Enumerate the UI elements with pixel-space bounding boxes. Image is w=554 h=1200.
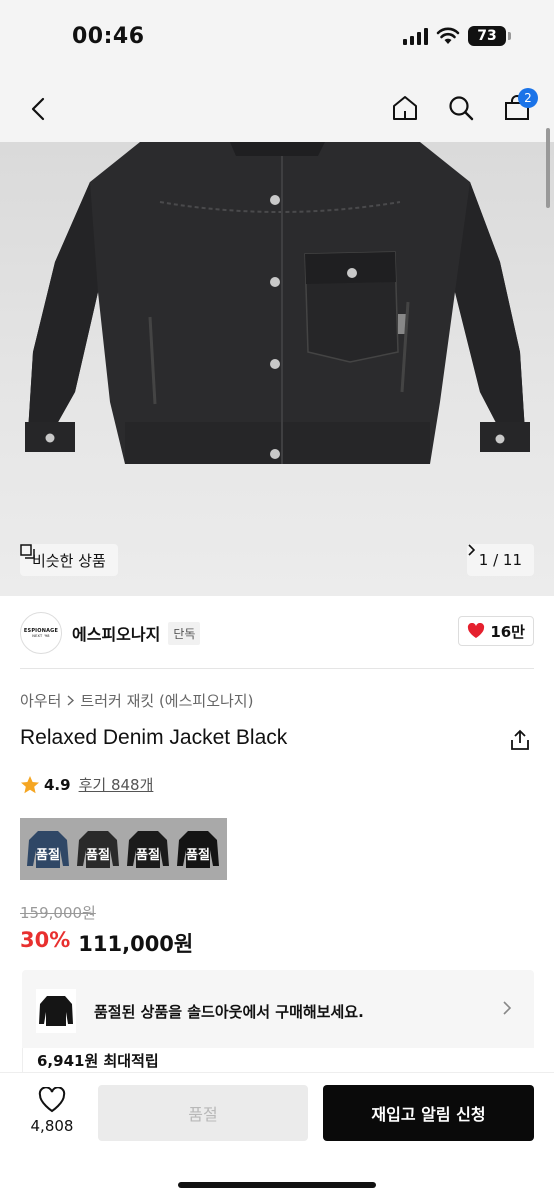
price-row: 30% 111,000원 <box>20 928 193 958</box>
chevron-right-icon <box>503 1001 512 1015</box>
product-image-gallery[interactable]: 비슷한 상품 1 / 11 <box>0 142 554 596</box>
banner-message: 품절된 상품을 솔드아웃에서 구매해보세요. <box>94 1002 364 1021</box>
product-title: Relaxed Denim Jacket Black <box>20 726 288 749</box>
similar-products-button[interactable]: 비슷한 상품 <box>20 544 118 576</box>
home-icon <box>393 96 417 120</box>
bottom-action-bar: 4,808 품절 재입고 알림 신청 <box>0 1072 554 1200</box>
color-swatch[interactable]: 품절 <box>174 822 222 876</box>
cart-button[interactable]: 2 <box>500 88 538 126</box>
share-icon <box>511 729 529 750</box>
restock-alert-button[interactable]: 재입고 알림 신청 <box>323 1085 534 1141</box>
reviews-link[interactable]: 후기 848개 <box>79 774 154 795</box>
jacket-thumbnail-icon <box>39 996 73 1026</box>
soldout-label: 품절 <box>86 848 110 863</box>
chevron-right-icon <box>67 695 75 706</box>
banner-thumbnail <box>36 989 76 1033</box>
brand-logo[interactable]: ESPIONAGE NEXT '98 <box>20 612 62 654</box>
wifi-icon <box>436 27 460 44</box>
soldout-label: 품절 <box>186 848 210 863</box>
color-options: 품절 품절 품절 품절 <box>20 818 227 880</box>
breadcrumb: 아우터 트러커 재킷 (에스피오나지) <box>20 690 253 711</box>
rating-row: 4.9 후기 848개 <box>20 774 153 795</box>
wishlist-button[interactable]: 4,808 <box>24 1087 80 1135</box>
status-bar: 00:46 73 <box>0 0 554 76</box>
star-icon <box>21 775 39 793</box>
rating-score: 4.9 <box>44 775 71 794</box>
chevron-right-icon <box>468 544 475 556</box>
home-indicator[interactable] <box>178 1182 376 1188</box>
similar-products-label: 비슷한 상품 <box>32 551 106 570</box>
points-info: 6,941원 최대적립 <box>22 1048 534 1074</box>
brand-like-button[interactable]: 16만 <box>458 616 534 646</box>
sale-price: 111,000원 <box>78 932 194 956</box>
breadcrumb-category[interactable]: 아우터 <box>20 690 61 711</box>
copy-icon <box>20 544 35 559</box>
status-time: 00:46 <box>72 24 145 49</box>
color-swatch[interactable]: 품절 <box>74 822 122 876</box>
status-icons: 73 <box>403 26 511 46</box>
soldout-label: 품절 <box>36 848 60 863</box>
original-price: 159,000원 <box>20 904 96 922</box>
cellular-signal-icon <box>403 27 428 45</box>
battery-icon: 73 <box>468 26 511 46</box>
chevron-left-icon <box>31 97 45 121</box>
soldout-button[interactable]: 품절 <box>98 1085 308 1141</box>
brand-name[interactable]: 에스피오나지 <box>72 621 160 645</box>
divider <box>20 668 534 669</box>
top-nav-bar: 2 <box>0 76 554 142</box>
home-button[interactable] <box>388 90 422 126</box>
scrollbar[interactable] <box>546 128 550 208</box>
search-icon <box>449 96 474 121</box>
back-button[interactable] <box>22 92 54 126</box>
denim-jacket-image <box>25 142 530 464</box>
share-button[interactable] <box>508 728 532 752</box>
cart-count-badge: 2 <box>518 88 538 108</box>
color-swatch[interactable]: 품절 <box>124 822 172 876</box>
color-swatch[interactable]: 품절 <box>24 822 72 876</box>
brand-like-count: 16만 <box>490 622 525 641</box>
discount-rate: 30% <box>20 928 71 952</box>
page-indicator-text: 1 / 11 <box>478 551 522 569</box>
heart-outline-icon <box>38 1087 66 1113</box>
image-page-indicator[interactable]: 1 / 11 <box>466 544 534 576</box>
wishlist-count: 4,808 <box>30 1117 74 1135</box>
soldout-label: 품절 <box>136 848 160 863</box>
soldout-marketplace-banner[interactable]: 품절된 상품을 솔드아웃에서 구매해보세요. <box>22 970 534 1052</box>
search-button[interactable] <box>444 90 478 126</box>
breadcrumb-subcategory[interactable]: 트러커 재킷 (에스피오나지) <box>80 690 253 711</box>
exclusive-badge: 단독 <box>168 621 201 645</box>
heart-filled-icon <box>468 623 485 638</box>
brand-row[interactable]: ESPIONAGE NEXT '98 에스피오나지 단독 16만 <box>20 610 534 656</box>
